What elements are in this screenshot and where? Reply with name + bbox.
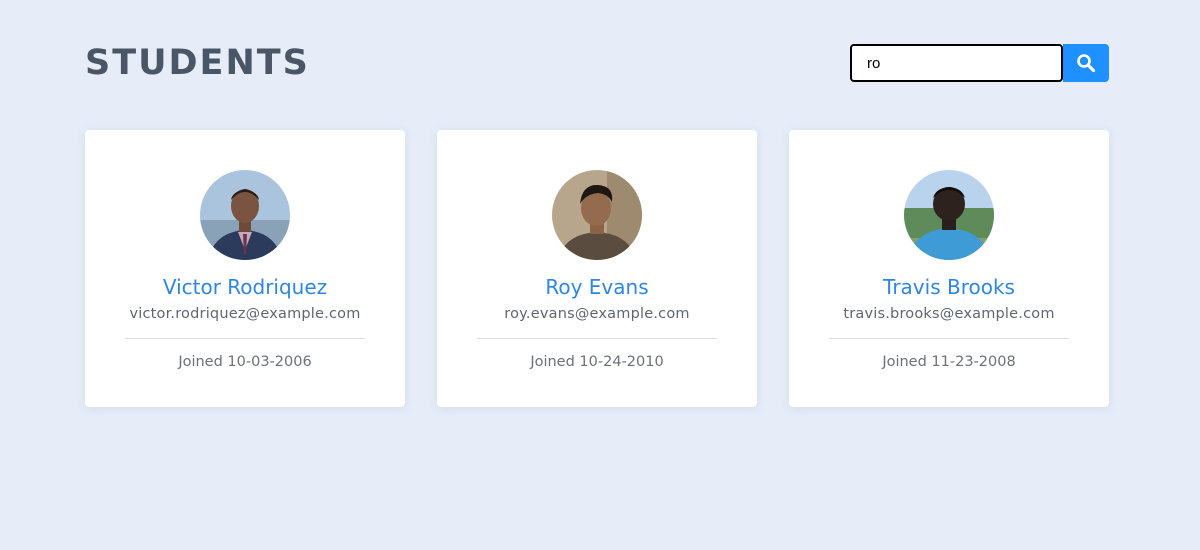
search-bar — [850, 44, 1109, 82]
joined-date: Joined 10-03-2006 — [178, 354, 312, 370]
page-title: STUDENTS — [85, 43, 310, 83]
search-input[interactable] — [850, 44, 1063, 82]
student-card: Travis Brooks travis.brooks@example.com … — [789, 130, 1109, 407]
student-avatar — [552, 170, 642, 260]
card-divider — [829, 338, 1069, 339]
student-name: Roy Evans — [545, 275, 649, 299]
student-name: Travis Brooks — [883, 275, 1015, 299]
search-icon — [1077, 54, 1096, 73]
search-button[interactable] — [1063, 44, 1109, 82]
joined-date: Joined 11-23-2008 — [882, 354, 1016, 370]
student-name: Victor Rodriquez — [162, 275, 328, 299]
card-divider — [477, 338, 717, 339]
student-card-list: Victor Rodriquez victor.rodriquez@exampl… — [85, 130, 1109, 407]
student-card: Victor Rodriquez victor.rodriquez@exampl… — [85, 130, 405, 407]
student-card: Roy Evans roy.evans@example.com Joined 1… — [437, 130, 757, 407]
student-email: roy.evans@example.com — [504, 306, 690, 322]
card-divider — [125, 338, 365, 339]
student-email: travis.brooks@example.com — [843, 306, 1055, 322]
student-avatar — [904, 170, 994, 260]
joined-date: Joined 10-24-2010 — [530, 354, 664, 370]
student-avatar — [200, 170, 290, 260]
student-email: victor.rodriquez@example.com — [129, 306, 361, 322]
